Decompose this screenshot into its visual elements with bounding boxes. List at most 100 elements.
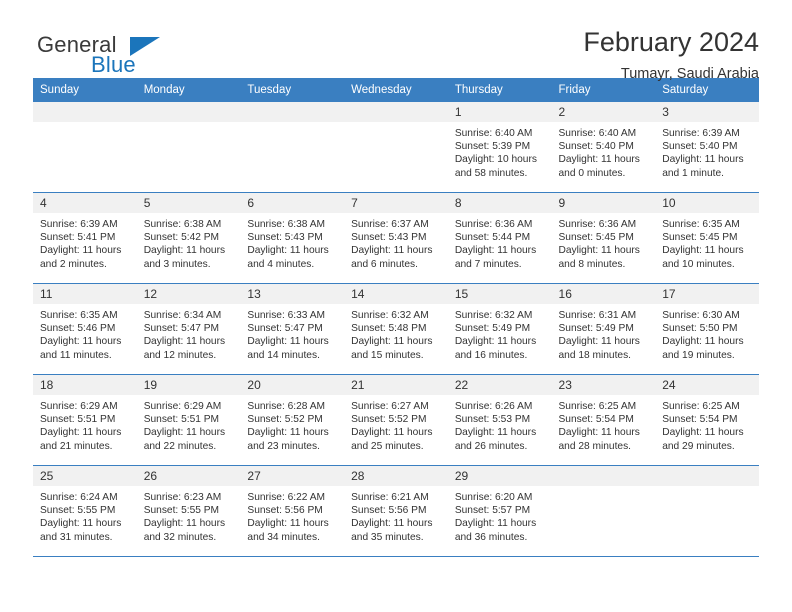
sunset-text: Sunset: 5:41 PM bbox=[40, 232, 116, 244]
day-number: 18 bbox=[33, 375, 137, 395]
daylight-text: Daylight: 11 hours and 2 minutes. bbox=[40, 245, 122, 270]
calendar-day-cell[interactable]: 24 Sunrise: 6:25 AM Sunset: 5:54 PM Dayligh… bbox=[655, 374, 759, 466]
calendar-day-cell-empty bbox=[655, 465, 759, 557]
calendar-day-cell[interactable]: 9 Sunrise: 6:36 AM Sunset: 5:45 PM Daylight… bbox=[551, 192, 656, 284]
day-number: 12 bbox=[136, 284, 241, 304]
calendar-day-cell[interactable]: 12 Sunrise: 6:34 AM Sunset: 5:47 PM Dayligh… bbox=[136, 283, 241, 375]
day-number: 22 bbox=[447, 375, 552, 395]
daylight-text: Daylight: 11 hours and 25 minutes. bbox=[351, 427, 433, 452]
calendar-day-cell[interactable]: 28 Sunrise: 6:21 AM Sunset: 5:56 PM Dayligh… bbox=[344, 465, 448, 557]
sunset-text: Sunset: 5:49 PM bbox=[558, 323, 634, 335]
day-number: 25 bbox=[33, 466, 137, 486]
sunset-text: Sunset: 5:55 PM bbox=[40, 505, 116, 517]
sunset-text: Sunset: 5:45 PM bbox=[662, 232, 738, 244]
day-details: Sunrise: 6:38 AM Sunset: 5:43 PM Daylight:… bbox=[240, 213, 344, 271]
sunset-text: Sunset: 5:40 PM bbox=[662, 141, 738, 153]
day-number: 4 bbox=[33, 193, 137, 213]
calendar-day-cell[interactable]: 23 Sunrise: 6:25 AM Sunset: 5:54 PM Dayligh… bbox=[551, 374, 656, 466]
calendar-day-cell[interactable]: 20 Sunrise: 6:28 AM Sunset: 5:52 PM Dayligh… bbox=[240, 374, 345, 466]
logo-text-blue: Blue bbox=[91, 52, 136, 77]
calendar-day-cell[interactable]: 17 Sunrise: 6:30 AM Sunset: 5:50 PM Dayligh… bbox=[655, 283, 759, 375]
sunrise-text: Sunrise: 6:31 AM bbox=[558, 310, 637, 321]
weekday-header-tuesday: Tuesday bbox=[240, 78, 345, 102]
calendar-day-cell[interactable]: 21 Sunrise: 6:27 AM Sunset: 5:52 PM Dayligh… bbox=[344, 374, 448, 466]
calendar-day-cell[interactable]: 6 Sunrise: 6:38 AM Sunset: 5:43 PM Daylight… bbox=[240, 192, 345, 284]
sunset-text: Sunset: 5:56 PM bbox=[247, 505, 323, 517]
sunrise-text: Sunrise: 6:36 AM bbox=[454, 219, 533, 230]
day-number: 13 bbox=[240, 284, 345, 304]
calendar-day-cell[interactable]: 7 Sunrise: 6:37 AM Sunset: 5:43 PM Daylight… bbox=[344, 192, 448, 284]
day-details: Sunrise: 6:30 AM Sunset: 5:50 PM Daylight:… bbox=[655, 304, 759, 362]
day-details: Sunrise: 6:38 AM Sunset: 5:42 PM Daylight:… bbox=[137, 213, 241, 271]
day-number bbox=[551, 466, 656, 486]
sunset-text: Sunset: 5:51 PM bbox=[143, 414, 220, 426]
sunrise-text: Sunrise: 6:39 AM bbox=[662, 128, 740, 139]
day-details: Sunrise: 6:35 AM Sunset: 5:46 PM Daylight:… bbox=[33, 304, 137, 362]
calendar-day-cell-empty bbox=[344, 102, 448, 193]
day-details: Sunrise: 6:29 AM Sunset: 5:51 PM Daylight:… bbox=[137, 395, 241, 453]
daylight-text: Daylight: 11 hours and 19 minutes. bbox=[662, 336, 744, 361]
calendar-day-cell[interactable]: 26 Sunrise: 6:23 AM Sunset: 5:55 PM Dayligh… bbox=[136, 465, 241, 557]
calendar-day-cell[interactable]: 8 Sunrise: 6:36 AM Sunset: 5:44 PM Daylight… bbox=[447, 192, 552, 284]
general-blue-logo[interactable]: General Blue bbox=[33, 28, 183, 80]
sunset-text: Sunset: 5:51 PM bbox=[40, 414, 116, 426]
calendar-day-cell[interactable]: 4 Sunrise: 6:39 AM Sunset: 5:41 PM Daylight… bbox=[33, 192, 137, 284]
calendar-day-cell[interactable]: 5 Sunrise: 6:38 AM Sunset: 5:42 PM Daylight… bbox=[136, 192, 241, 284]
calendar-day-cell[interactable]: 3 Sunrise: 6:39 AM Sunset: 5:40 PM Daylight… bbox=[655, 102, 759, 193]
calendar-day-cell[interactable]: 16 Sunrise: 6:31 AM Sunset: 5:49 PM Dayligh… bbox=[551, 283, 656, 375]
sunrise-text: Sunrise: 6:35 AM bbox=[662, 219, 740, 230]
calendar-day-cell[interactable]: 14 Sunrise: 6:32 AM Sunset: 5:48 PM Dayligh… bbox=[344, 283, 448, 375]
day-number: 15 bbox=[447, 284, 552, 304]
daylight-text: Daylight: 11 hours and 26 minutes. bbox=[454, 427, 537, 452]
sunrise-text: Sunrise: 6:38 AM bbox=[247, 219, 325, 230]
calendar-day-cell[interactable]: 10 Sunrise: 6:35 AM Sunset: 5:45 PM Dayligh… bbox=[655, 192, 759, 284]
sunset-text: Sunset: 5:45 PM bbox=[558, 232, 634, 244]
sunset-text: Sunset: 5:48 PM bbox=[351, 323, 427, 335]
day-details: Sunrise: 6:21 AM Sunset: 5:56 PM Daylight:… bbox=[344, 486, 448, 544]
calendar-day-cell[interactable]: 2 Sunrise: 6:40 AM Sunset: 5:40 PM Daylight… bbox=[551, 102, 656, 193]
sunset-text: Sunset: 5:57 PM bbox=[454, 505, 531, 517]
weekday-header-wednesday: Wednesday bbox=[344, 78, 448, 102]
day-details: Sunrise: 6:29 AM Sunset: 5:51 PM Daylight:… bbox=[33, 395, 137, 453]
calendar-day-cell[interactable]: 18 Sunrise: 6:29 AM Sunset: 5:51 PM Dayligh… bbox=[33, 374, 137, 466]
sunrise-text: Sunrise: 6:32 AM bbox=[454, 310, 533, 321]
day-details: Sunrise: 6:20 AM Sunset: 5:57 PM Daylight:… bbox=[448, 486, 552, 544]
calendar-day-cell[interactable]: 13 Sunrise: 6:33 AM Sunset: 5:47 PM Dayligh… bbox=[240, 283, 345, 375]
day-details: Sunrise: 6:24 AM Sunset: 5:55 PM Daylight:… bbox=[33, 486, 137, 544]
calendar-day-cell[interactable]: 19 Sunrise: 6:29 AM Sunset: 5:51 PM Dayligh… bbox=[136, 374, 241, 466]
daylight-text: Daylight: 11 hours and 0 minutes. bbox=[558, 154, 640, 179]
day-details: Sunrise: 6:39 AM Sunset: 5:41 PM Daylight:… bbox=[33, 213, 137, 271]
day-number bbox=[655, 466, 759, 486]
sunrise-text: Sunrise: 6:28 AM bbox=[247, 401, 325, 412]
calendar-week-row: 18 Sunrise: 6:29 AM Sunset: 5:51 PM Dayligh… bbox=[33, 374, 759, 466]
calendar-day-cell[interactable]: 29 Sunrise: 6:20 AM Sunset: 5:57 PM Dayligh… bbox=[447, 465, 552, 557]
sunset-text: Sunset: 5:54 PM bbox=[662, 414, 738, 426]
day-number bbox=[344, 102, 448, 122]
sunset-text: Sunset: 5:55 PM bbox=[143, 505, 220, 517]
calendar-day-cell-empty bbox=[136, 102, 241, 193]
day-details: Sunrise: 6:23 AM Sunset: 5:55 PM Daylight:… bbox=[137, 486, 241, 544]
page-title: February 2024 bbox=[583, 27, 759, 57]
sunrise-text: Sunrise: 6:39 AM bbox=[40, 219, 118, 230]
weekday-header-sunday: Sunday bbox=[33, 78, 137, 102]
page-subtitle: Tumayr, Saudi Arabia bbox=[620, 65, 759, 82]
calendar-day-cell[interactable]: 25 Sunrise: 6:24 AM Sunset: 5:55 PM Dayligh… bbox=[33, 465, 137, 557]
calendar-day-cell[interactable]: 1 Sunrise: 6:40 AM Sunset: 5:39 PM Daylight… bbox=[447, 102, 552, 193]
sunset-text: Sunset: 5:42 PM bbox=[143, 232, 220, 244]
page-header: General Blue February 2024 Tumayr, Saudi… bbox=[33, 0, 759, 81]
weekday-header-thursday: Thursday bbox=[447, 78, 552, 102]
day-number: 8 bbox=[447, 193, 552, 213]
sunset-text: Sunset: 5:39 PM bbox=[454, 141, 531, 153]
calendar-day-cell[interactable]: 15 Sunrise: 6:32 AM Sunset: 5:49 PM Dayligh… bbox=[447, 283, 552, 375]
day-number: 9 bbox=[551, 193, 656, 213]
calendar-day-cell[interactable]: 11 Sunrise: 6:35 AM Sunset: 5:46 PM Dayligh… bbox=[33, 283, 137, 375]
calendar-day-cell[interactable]: 27 Sunrise: 6:22 AM Sunset: 5:56 PM Dayligh… bbox=[240, 465, 345, 557]
day-details: Sunrise: 6:25 AM Sunset: 5:54 PM Daylight:… bbox=[655, 395, 759, 453]
calendar-day-cell[interactable]: 22 Sunrise: 6:26 AM Sunset: 5:53 PM Dayligh… bbox=[447, 374, 552, 466]
sunrise-text: Sunrise: 6:29 AM bbox=[40, 401, 118, 412]
sunset-text: Sunset: 5:53 PM bbox=[454, 414, 531, 426]
day-details: Sunrise: 6:22 AM Sunset: 5:56 PM Daylight:… bbox=[240, 486, 344, 544]
day-number: 19 bbox=[136, 375, 241, 395]
day-details: Sunrise: 6:36 AM Sunset: 5:44 PM Daylight:… bbox=[448, 213, 552, 271]
sunset-text: Sunset: 5:40 PM bbox=[558, 141, 634, 153]
